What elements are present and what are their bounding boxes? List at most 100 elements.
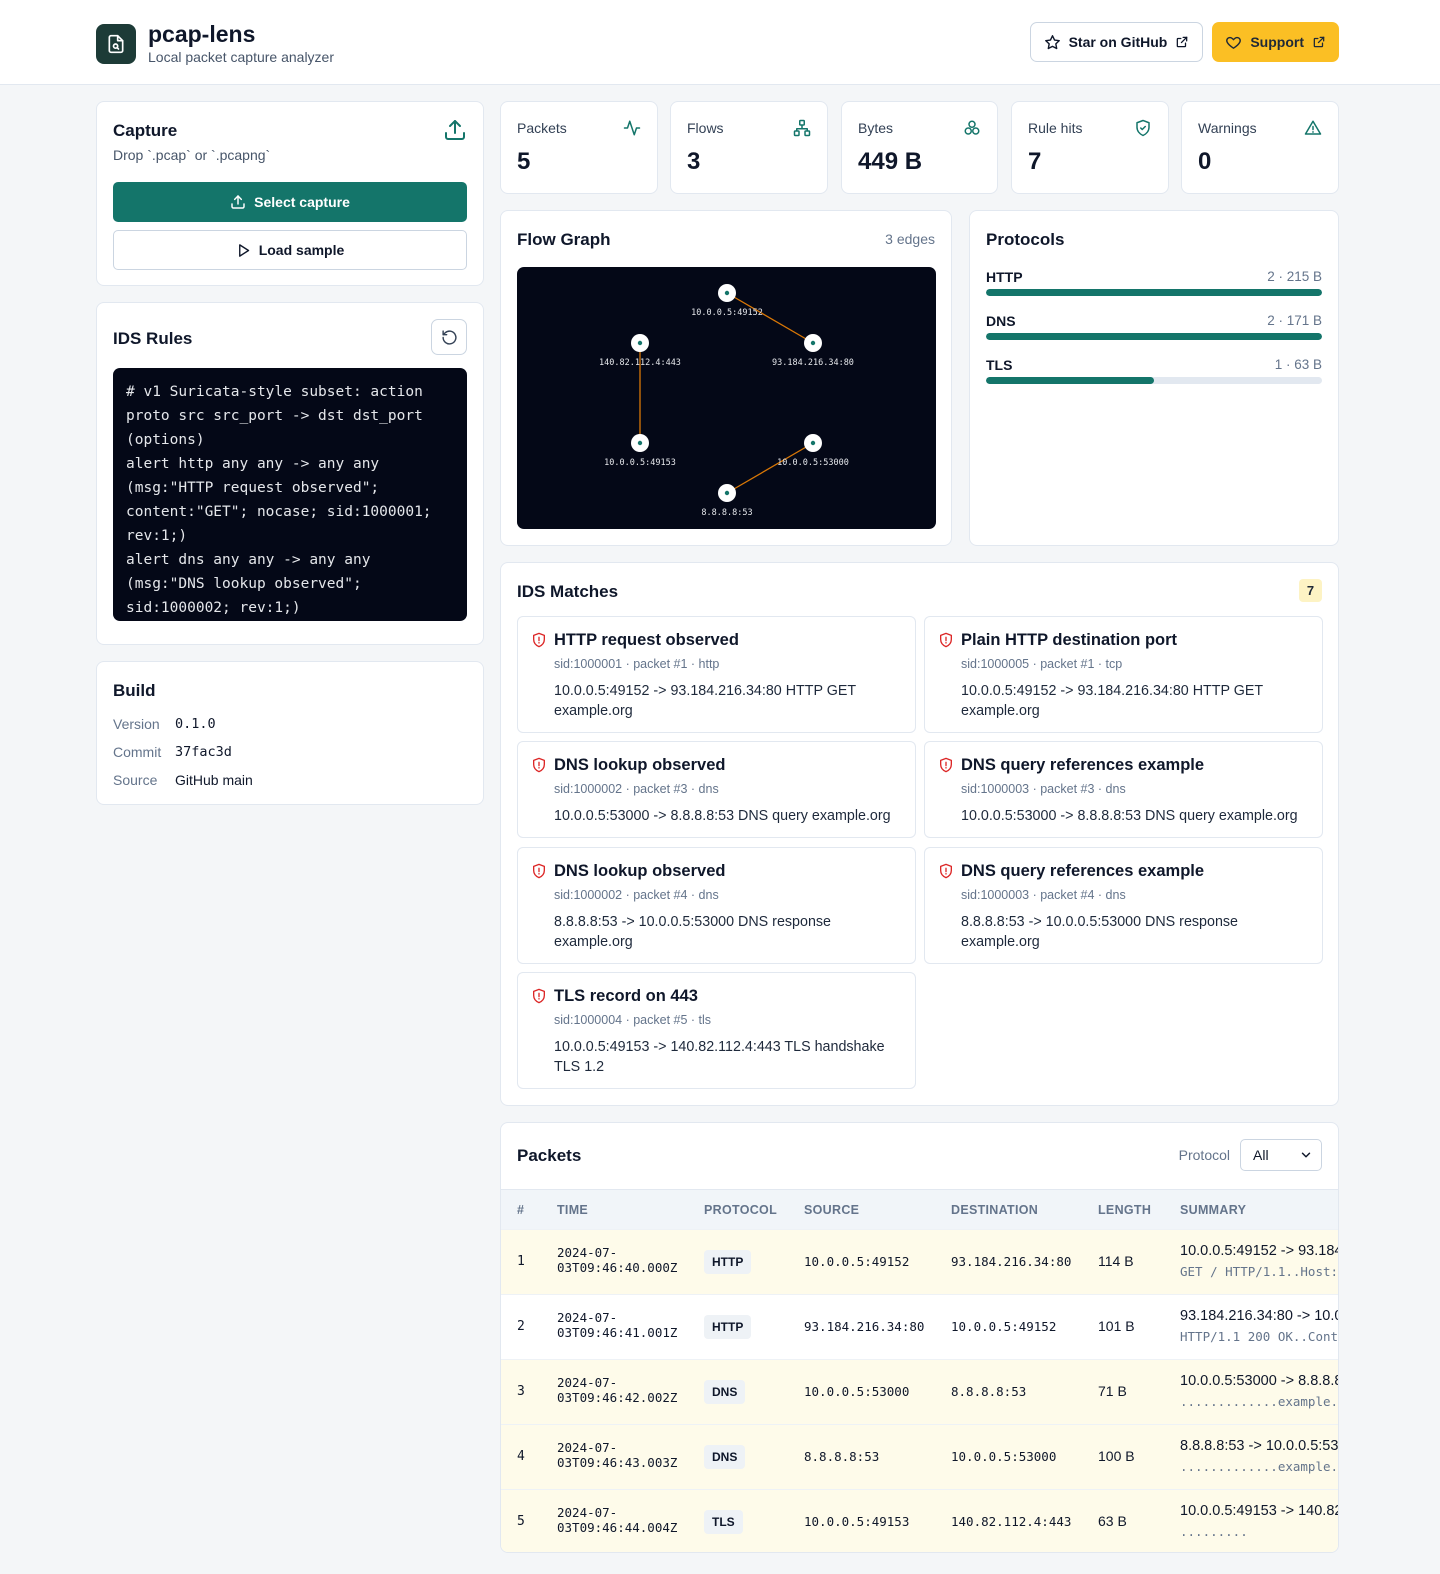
- table-row[interactable]: 5 2024-07- 03T09:46:44.004Z TLS 10.0.0.5:491…: [501, 1489, 1338, 1552]
- shield-check-icon: [1136, 119, 1150, 137]
- upload-icon: [445, 120, 465, 140]
- match-detail: 8.8.8.8:53 -> 10.0.0.5:53000 DNS respons…: [961, 914, 1238, 950]
- star-on-github-label: Star on GitHub: [1068, 34, 1168, 50]
- protocol-bar-fill: [986, 377, 1154, 384]
- external-link-icon: [1313, 36, 1325, 48]
- packet-payload-preview: HTTP/1.1 200 OK..Content-Type: text/html: [1180, 1329, 1338, 1344]
- flow-node-label: 10.0.0.5:53000: [777, 458, 849, 468]
- load-sample-label: Load sample: [258, 242, 345, 258]
- build-value: 0.1.0: [175, 715, 216, 732]
- stat-warnings: Warnings 0: [1181, 101, 1339, 194]
- column-header: #: [517, 1203, 525, 1217]
- protocol-meta: 2 · 215 B: [1267, 269, 1322, 284]
- packet-time-clock: 03T09:46:42.002Z: [557, 1390, 678, 1405]
- stat-label: Rule hits: [1028, 120, 1083, 136]
- flow-graph-canvas[interactable]: 10.0.0.5:49152 140.82.112.4:443 93.184.216…: [517, 267, 936, 529]
- packet-time: 2024-07- 03T09:46:40.000Z: [557, 1245, 677, 1275]
- build-value: GitHub main: [175, 771, 253, 788]
- table-row[interactable]: 1 2024-07- 03T09:46:40.000Z HTTP 10.0.0.5:49…: [501, 1229, 1338, 1294]
- reset-rules-button[interactable]: [431, 319, 467, 355]
- packet-length: 101 B: [1098, 1318, 1135, 1334]
- packets-title: Packets: [517, 1146, 582, 1165]
- packet-length: 100 B: [1098, 1448, 1135, 1464]
- rules-editor[interactable]: # v1 Suricata-style subset: action proto…: [113, 368, 467, 621]
- shield-alert-icon: [940, 863, 952, 879]
- ids-match-card[interactable]: DNS query references example sid:1000003 …: [924, 847, 1323, 964]
- match-title: DNS lookup observed: [554, 756, 726, 774]
- packet-summary: 93.184.216.34:80 -> 10.0.0.5:49152 HTTP …: [1180, 1308, 1338, 1344]
- star-icon: [1044, 34, 1060, 49]
- column-header: LENGTH: [1098, 1203, 1152, 1217]
- ids-match-card[interactable]: HTTP request observed sid:1000001 · packe…: [517, 616, 916, 733]
- ids-match-card[interactable]: DNS query references example sid:1000003 …: [924, 741, 1323, 838]
- flow-node-dot: [810, 340, 816, 346]
- stat-packets: Packets 5: [500, 101, 658, 194]
- protocols-title: Protocols: [986, 230, 1065, 249]
- support-button[interactable]: Support: [1212, 22, 1339, 62]
- packet-destination: 10.0.0.5:49152: [951, 1319, 1057, 1334]
- stat-label: Packets: [517, 120, 567, 136]
- packet-summary-text: 10.0.0.5:53000 -> 8.8.8.8:53 DNS query e…: [1180, 1373, 1338, 1389]
- match-detail: 8.8.8.8:53 -> 10.0.0.5:53000 DNS respons…: [554, 914, 831, 950]
- packets-panel: Packets Protocol All # TIME PROTOCOL SOU…: [500, 1122, 1339, 1553]
- build-title: Build: [113, 681, 156, 700]
- packet-summary-text: 93.184.216.34:80 -> 10.0.0.5:49152 HTTP …: [1180, 1308, 1338, 1324]
- boxes-icon: [964, 120, 980, 135]
- packet-time-date: 2024-07-: [557, 1245, 618, 1260]
- table-row[interactable]: 4 2024-07- 03T09:46:43.003Z DNS 8.8.8.8:53 10…: [501, 1424, 1338, 1489]
- protocol-row-dns: DNS 2 · 171 B: [986, 313, 1322, 340]
- match-title: HTTP request observed: [554, 631, 739, 649]
- warning-icon: [1304, 120, 1322, 135]
- table-row[interactable]: 3 2024-07- 03T09:46:42.002Z DNS 10.0.0.5:530…: [501, 1359, 1338, 1424]
- match-title: TLS record on 443: [554, 987, 698, 1005]
- packet-time-date: 2024-07-: [557, 1505, 618, 1520]
- ids-match-card[interactable]: Plain HTTP destination port sid:1000005 ·…: [924, 616, 1323, 733]
- ids-match-card[interactable]: DNS lookup observed sid:1000002 · packet …: [517, 847, 916, 964]
- flow-node-dot: [810, 440, 816, 446]
- match-title: Plain HTTP destination port: [961, 631, 1178, 649]
- flow-node-dot: [724, 490, 730, 496]
- load-sample-button[interactable]: Load sample: [113, 230, 467, 270]
- ids-match-card[interactable]: TLS record on 443 sid:1000004 · packet #5…: [517, 972, 916, 1089]
- heart-icon: [1226, 36, 1242, 49]
- build-value: 37fac3d: [175, 743, 232, 760]
- ids-match-card[interactable]: DNS lookup observed sid:1000002 · packet …: [517, 741, 916, 838]
- select-capture-button[interactable]: Select capture: [113, 182, 467, 222]
- stat-label: Flows: [687, 120, 724, 136]
- packet-time-clock: 03T09:46:44.004Z: [557, 1520, 678, 1535]
- upload-icon: [231, 195, 245, 209]
- protocol-badge: TLS: [704, 1510, 743, 1534]
- packet-number: 5: [517, 1514, 525, 1529]
- protocol-bar: [986, 333, 1322, 340]
- protocol-filter-value: All: [1253, 1147, 1269, 1163]
- packet-payload-preview: .............example.org: [1180, 1394, 1338, 1409]
- packet-summary: 8.8.8.8:53 -> 10.0.0.5:53000 DNS respons…: [1180, 1438, 1338, 1474]
- flow-graph-panel: Flow Graph 3 edges 10.0.0.5:49152 140.82.…: [500, 210, 952, 546]
- stat-flows: Flows 3: [670, 101, 828, 194]
- packet-time: 2024-07- 03T09:46:41.001Z: [557, 1310, 677, 1340]
- build-panel: Build Version 0.1.0 Commit 37fac3d Sourc…: [96, 661, 484, 805]
- match-title: DNS query references example: [961, 862, 1205, 880]
- star-on-github-button[interactable]: Star on GitHub: [1029, 22, 1204, 62]
- packet-source: 10.0.0.5:49153: [804, 1514, 910, 1529]
- stat-label: Bytes: [858, 120, 894, 136]
- protocol-badge: DNS: [704, 1445, 746, 1469]
- packet-summary-text: 10.0.0.5:49152 -> 93.184.216.34:80 HTTP …: [1180, 1243, 1338, 1259]
- packet-time-date: 2024-07-: [557, 1440, 618, 1455]
- ids-rules-panel: IDS Rules # v1 Suricata-style subset: ac…: [96, 302, 484, 645]
- table-row[interactable]: 2 2024-07- 03T09:46:41.001Z HTTP 93.184.216.…: [501, 1294, 1338, 1359]
- protocol-filter-select[interactable]: All: [1240, 1139, 1322, 1171]
- top-bar: pcap-lens Local packet capture analyzer …: [0, 0, 1440, 85]
- match-title: DNS lookup observed: [554, 862, 726, 880]
- match-detail: 10.0.0.5:49152 -> 93.184.216.34:80 HTTP …: [961, 683, 1263, 719]
- match-detail: 10.0.0.5:49153 -> 140.82.112.4:443 TLS h…: [554, 1039, 885, 1075]
- match-meta: sid:1000003 · packet #3 · dns: [961, 782, 1126, 796]
- flow-edge: [726, 292, 814, 344]
- flow-node-dot: [637, 440, 643, 446]
- build-row-version: Version 0.1.0: [113, 714, 467, 733]
- ids-matches-title: IDS Matches: [517, 582, 619, 601]
- stat-value: 5: [517, 148, 531, 175]
- protocols-panel: Protocols HTTP 2 · 215 B DNS 2 · 171 B TLS 1 …: [969, 210, 1339, 546]
- packet-time: 2024-07- 03T09:46:42.002Z: [557, 1375, 677, 1405]
- build-key: Commit: [113, 743, 162, 760]
